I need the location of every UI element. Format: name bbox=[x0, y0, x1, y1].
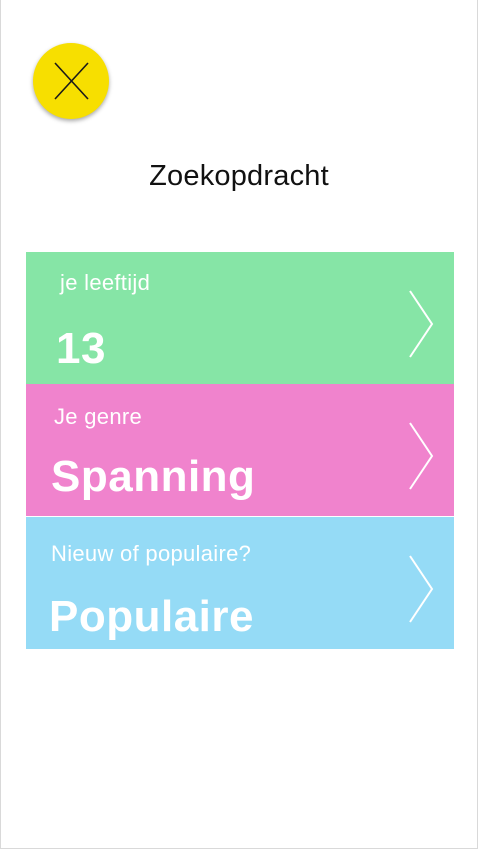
genre-value: Spanning bbox=[51, 452, 256, 501]
close-button[interactable] bbox=[33, 43, 109, 119]
chevron-right-icon bbox=[409, 555, 434, 623]
close-icon bbox=[54, 62, 89, 100]
chevron-right-icon bbox=[409, 422, 434, 490]
page-title: Zoekopdracht bbox=[149, 160, 329, 192]
genre-card[interactable]: Je genre Spanning bbox=[26, 384, 454, 516]
chevron-right-icon bbox=[409, 290, 434, 358]
age-label: je leeftijd bbox=[60, 270, 151, 295]
new-or-popular-label: Nieuw of populaire? bbox=[51, 541, 252, 566]
age-value: 13 bbox=[56, 324, 106, 373]
genre-label: Je genre bbox=[54, 404, 143, 429]
new-or-popular-card[interactable]: Nieuw of populaire? Populaire bbox=[26, 517, 454, 649]
age-card[interactable]: je leeftijd 13 bbox=[26, 252, 454, 384]
new-or-popular-value: Populaire bbox=[49, 592, 254, 641]
